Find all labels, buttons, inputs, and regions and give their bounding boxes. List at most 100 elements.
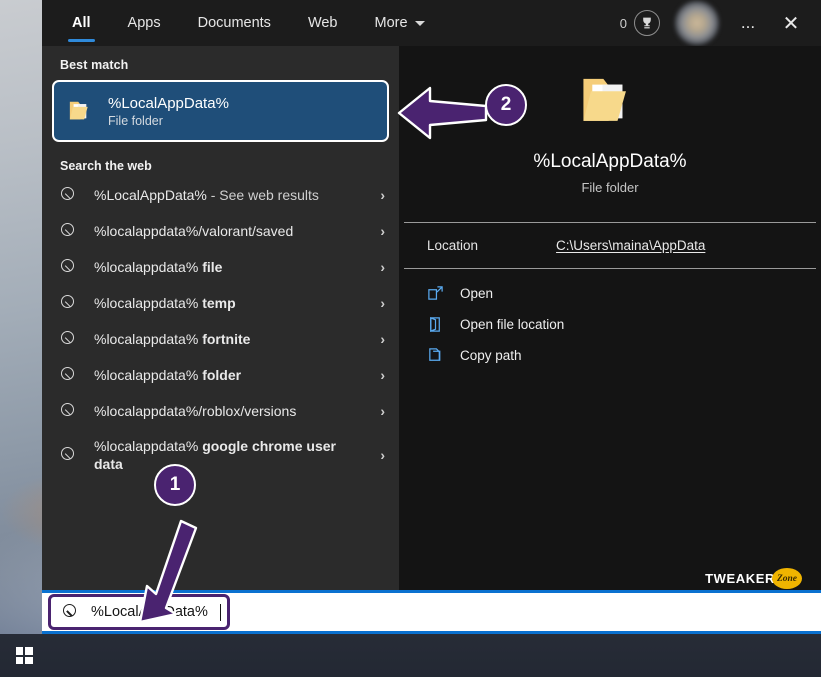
search-icon [61,222,78,240]
web-result-item[interactable]: %localappdata%/valorant/saved › [42,213,399,249]
tab-all[interactable]: All [68,0,95,46]
web-result-label: %localappdata%/valorant/saved [94,222,364,240]
tab-web-label: Web [307,15,338,31]
avatar[interactable] [675,1,719,45]
chevron-right-icon: › [380,223,385,239]
start-button[interactable] [0,634,48,677]
web-result-label: %localappdata% file [94,258,364,276]
web-result-query: %LocalAppData% [94,186,207,203]
location-label: Location [427,238,479,253]
annotation-marker-1-number: 1 [169,474,181,495]
open-folder-icon [430,316,440,333]
chevron-right-icon: › [380,367,385,383]
preview-hero: %LocalAppData% File folder [399,46,821,195]
web-result-label: %localappdata%/roblox/versions [94,402,364,420]
search-icon [61,446,78,464]
web-result-query: %localappdata%/valorant/saved [94,222,294,239]
rewards-count: 0 [619,15,627,31]
action-open-file-location[interactable]: Open file location [427,316,821,333]
tab-all-label: All [72,15,91,31]
web-result-query: %localappdata% [94,294,203,311]
action-open[interactable]: Open [427,285,821,302]
tab-documents[interactable]: Documents [194,0,275,46]
best-match-result[interactable]: %LocalAppData% File folder [52,80,389,142]
search-icon [61,366,78,384]
chevron-right-icon: › [380,295,385,311]
search-input[interactable]: %LocalAppData% [48,594,230,630]
web-result-query: %localappdata% [94,437,203,454]
search-icon [61,186,78,204]
windows-logo-icon [15,647,33,664]
preview-subtitle: File folder [581,180,639,195]
web-result-item[interactable]: %localappdata% folder › [42,357,399,393]
preview-location-row: Location C:\Users\maina\AppData [399,223,821,268]
web-result-query: %localappdata% [94,366,203,383]
web-result-query: %localappdata%/roblox/versions [94,402,297,419]
header-controls: 0 ... ✕ [620,0,821,46]
web-result-item[interactable]: %localappdata% google chrome user data › [42,429,399,481]
watermark-text: TWEAKER [705,571,775,586]
tab-apps-label: Apps [127,15,161,31]
web-result-item[interactable]: %localappdata% file › [42,249,399,285]
text-cursor [219,603,222,621]
action-open-label: Open [460,286,494,301]
taskbar [0,634,821,677]
web-results-list: %LocalAppData% - See web results › %locala… [42,177,399,481]
annotation-marker-2: 2 [485,84,527,126]
open-external-icon [428,286,443,300]
web-result-item[interactable]: %localappdata%/roblox/versions › [42,393,399,429]
preview-panel: %LocalAppData% File folder Location C:\U… [399,46,821,633]
chevron-right-icon: › [380,259,385,275]
web-result-suffix: - See web results [206,186,319,203]
preview-actions: Open Open file location Copy path [399,269,821,364]
web-result-item[interactable]: %localappdata% fortnite › [42,321,399,357]
web-result-suffix: file [202,258,223,275]
action-copy-path[interactable]: Copy path [427,347,821,364]
tab-more[interactable]: More [371,0,429,46]
search-tabbar: All Apps Documents Web More 0 ... ✕ [42,0,821,46]
copy-icon [429,348,441,361]
more-options-button[interactable]: ... [728,3,768,43]
web-result-query: %localappdata% [94,258,203,275]
location-link[interactable]: C:\Users\maina\AppData [556,238,705,253]
web-result-label: %localappdata% google chrome user data [94,437,364,474]
web-result-suffix: fortnite [202,330,251,347]
watermark-badge: Zone [772,568,802,589]
web-result-label: %localappdata% folder [94,366,364,384]
annotation-marker-1: 1 [154,464,196,506]
best-match-subtitle: File folder [108,113,163,128]
search-input-value: %LocalAppData% [91,604,208,620]
ellipsis-icon: ... [740,13,756,32]
web-result-suffix: folder [202,366,242,383]
tweakerzone-watermark: TWEAKER Zone [705,568,802,589]
web-result-query: %localappdata% [94,330,203,347]
results-list: Best match %LocalAppData% File folder Se [42,46,399,633]
search-icon [61,330,78,348]
action-open-file-location-label: Open file location [460,317,565,332]
tab-more-label: More [374,15,408,31]
web-result-suffix: temp [202,294,236,311]
web-result-item[interactable]: %localappdata% temp › [42,285,399,321]
search-icon [61,402,78,420]
tab-web[interactable]: Web [304,0,342,46]
web-result-item[interactable]: %LocalAppData% - See web results › [42,177,399,213]
best-match-title: %LocalAppData% [108,94,229,112]
tab-apps[interactable]: Apps [124,0,165,46]
chevron-right-icon: › [380,187,385,203]
web-result-label: %localappdata% temp [94,294,364,312]
web-result-label: %LocalAppData% - See web results [94,186,364,204]
close-button[interactable]: ✕ [771,3,811,43]
chevron-right-icon: › [380,331,385,347]
chevron-down-icon [414,20,425,26]
search-web-header: Search the web [60,159,152,173]
action-copy-path-label: Copy path [460,348,522,363]
best-match-header: Best match [60,58,129,72]
search-icon [61,294,78,312]
close-icon: ✕ [782,12,800,35]
folder-icon [583,78,626,121]
preview-title: %LocalAppData% [533,151,687,172]
chevron-right-icon: › [380,447,385,463]
search-icon [63,603,80,621]
annotation-marker-2-number: 2 [500,94,512,115]
trophy-icon[interactable] [634,10,660,36]
